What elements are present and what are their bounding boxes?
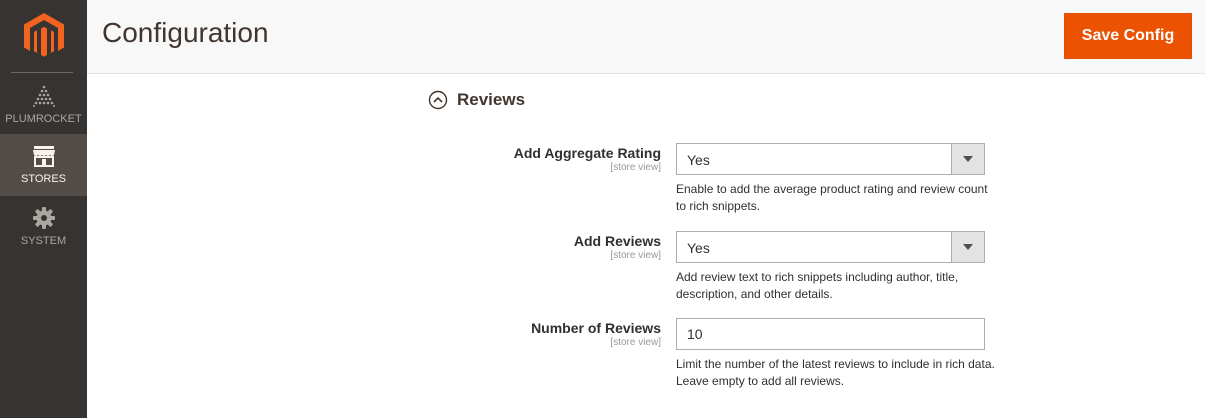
field-scope: [store view] [610, 337, 661, 348]
sidebar-item-label: SYSTEM [20, 235, 67, 247]
sidebar-item-label: PLUMROCKET [5, 113, 82, 125]
field-scope: [store view] [610, 162, 661, 173]
field-label-aggregate-rating: Add Aggregate Rating [513, 145, 661, 161]
gear-icon [32, 207, 55, 229]
sidebar-item-system[interactable]: SYSTEM [0, 196, 87, 258]
magento-logo-icon [23, 13, 64, 57]
triangle-down-icon [963, 156, 973, 162]
admin-sidebar: PLUMROCKET STORES SYSTEM [0, 0, 87, 418]
field-note: Enable to add the average product rating… [676, 182, 988, 213]
section-toggle-reviews[interactable]: Reviews [428, 90, 525, 110]
select-value: Yes [687, 152, 710, 168]
sidebar-item-plumrocket[interactable]: PLUMROCKET [0, 76, 87, 134]
triangle-down-icon [963, 244, 973, 250]
aggregate-rating-select[interactable]: Yes [676, 143, 985, 175]
chevron-up-circle-icon [428, 90, 448, 110]
field-note: Limit the number of the latest reviews t… [676, 357, 995, 388]
field-scope: [store view] [610, 250, 661, 261]
sidebar-item-stores[interactable]: STORES [0, 134, 87, 196]
field-label-number-of-reviews: Number of Reviews [531, 320, 661, 336]
store-icon [32, 146, 55, 167]
section-title: Reviews [457, 90, 526, 109]
field-note: Add review text to rich snippets includi… [676, 270, 959, 301]
sidebar-item-label: STORES [20, 173, 67, 185]
dropdown-button[interactable] [951, 232, 984, 262]
number-of-reviews-input[interactable] [676, 318, 985, 350]
page-title: Configuration [102, 17, 269, 48]
page-header: Configuration Save Config [87, 0, 1205, 74]
field-label-add-reviews: Add Reviews [573, 233, 661, 249]
plumrocket-icon [32, 85, 55, 107]
sidebar-divider [11, 72, 73, 73]
add-reviews-select[interactable]: Yes [676, 231, 985, 263]
dropdown-button[interactable] [951, 144, 984, 174]
magento-logo[interactable] [0, 0, 87, 72]
save-config-button[interactable]: Save Config [1064, 13, 1192, 59]
select-value: Yes [687, 240, 710, 256]
